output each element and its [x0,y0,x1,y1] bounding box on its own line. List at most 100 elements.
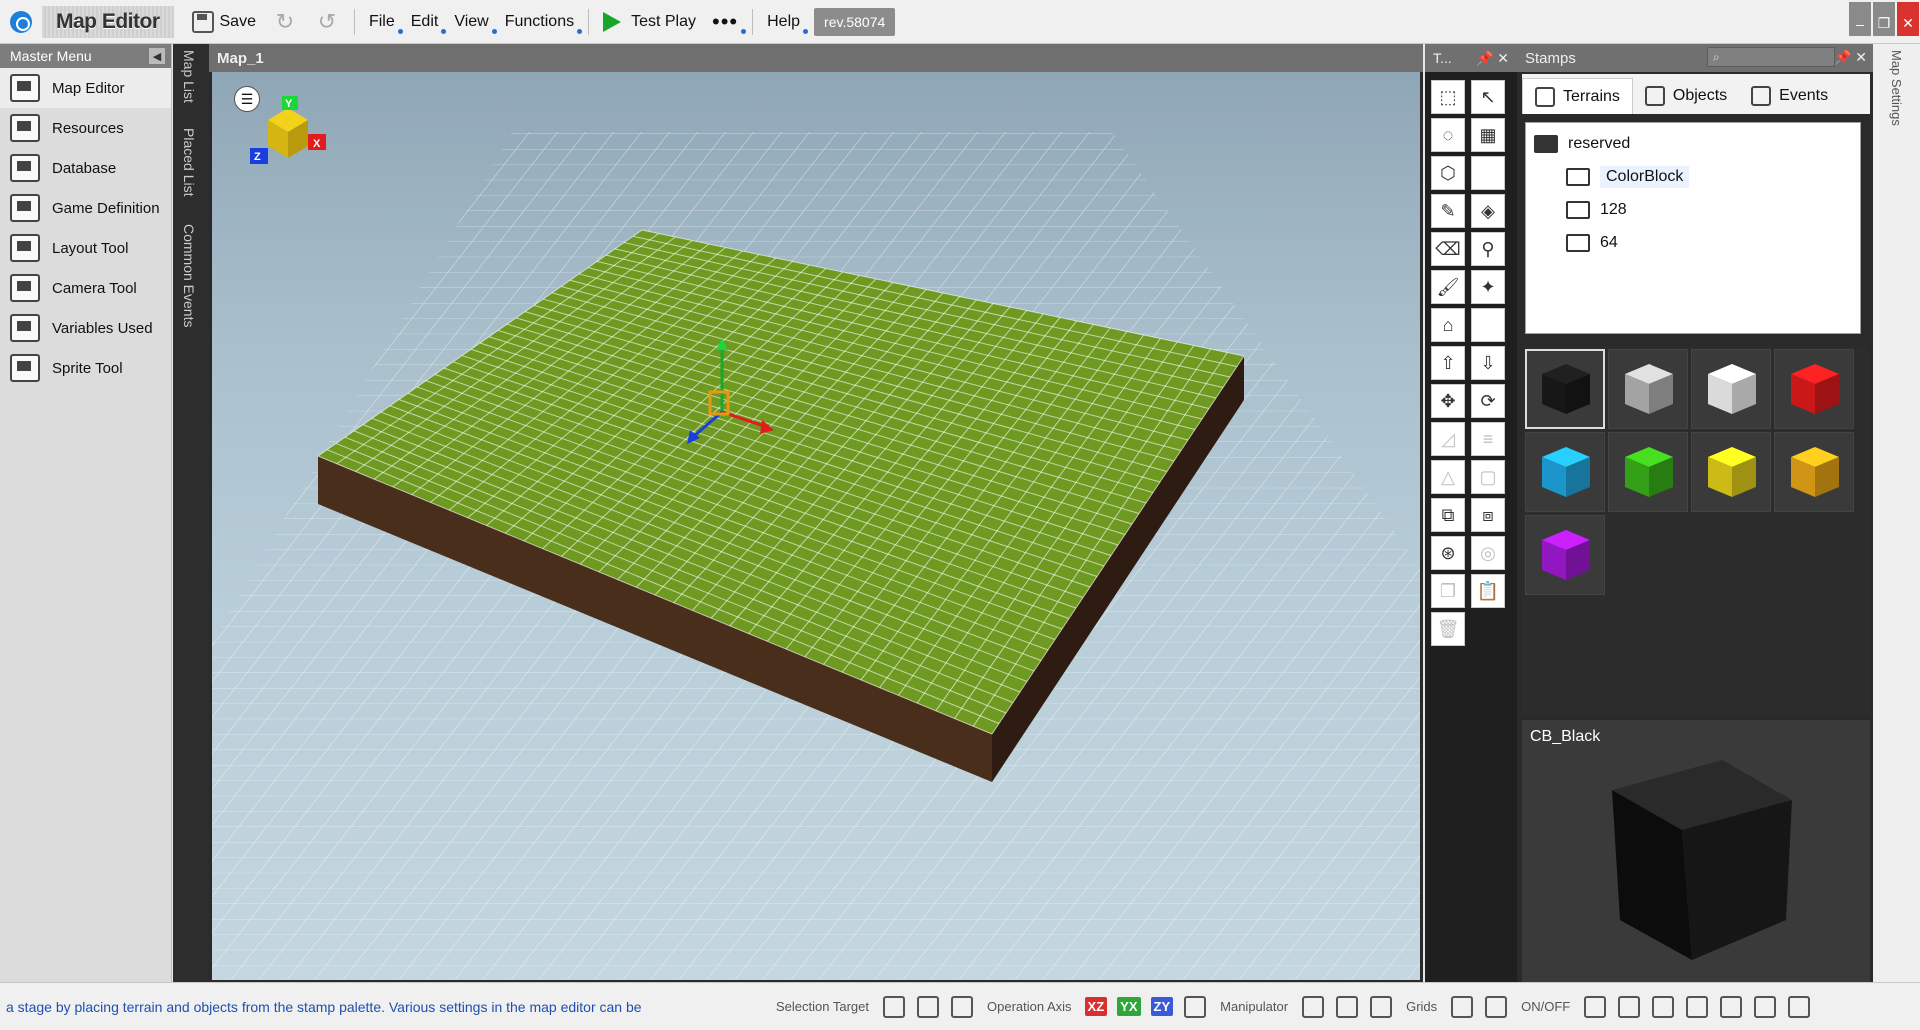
axis-xz-button[interactable]: XZ [1084,997,1108,1016]
tab-map-list[interactable]: Map List [181,50,197,103]
close-button[interactable]: ✕ [1897,2,1919,36]
grid-select-tool-icon[interactable]: ▦ [1471,118,1505,152]
selection-object-icon[interactable] [917,995,939,1018]
cube-tool-icon[interactable]: ⬡ [1431,156,1465,190]
axis-yx-button[interactable]: YX [1117,997,1141,1016]
clipboard-tool-icon[interactable]: 📋 [1471,574,1505,608]
fill-tool-icon[interactable]: ◈ [1471,194,1505,228]
menu-edit[interactable]: Edit [403,6,447,38]
brush-tool-icon[interactable]: 🖌 [1431,270,1465,304]
menu-file[interactable]: File [361,6,403,38]
axis-zy-button[interactable]: ZY [1150,997,1174,1016]
pencil-tool-icon[interactable]: ✎ [1431,194,1465,228]
master-menu-item-database[interactable]: Database [0,148,171,188]
dropdown-dot-icon [803,28,809,34]
master-menu-item-resources[interactable]: Resources [0,108,171,148]
master-menu-item-variables-used[interactable]: Variables Used [0,308,171,348]
grid-toggle-icon[interactable] [1485,995,1508,1018]
master-menu-item-label: Resources [52,119,124,137]
effects-icon[interactable] [1720,995,1743,1018]
tab-map-settings[interactable]: Map Settings [1889,50,1904,126]
collision-icon[interactable] [1754,995,1777,1018]
color-block-swatch[interactable] [1691,349,1771,429]
delete-tool-icon[interactable]: 🗑 [1431,612,1465,646]
color-block-swatch[interactable] [1525,515,1605,595]
tab-common-events[interactable]: Common Events [181,224,197,327]
manipulator-icon[interactable] [1184,995,1207,1018]
3d-scene[interactable]: ☰ Y X Z [212,72,1420,980]
grid-snap-icon[interactable] [1451,995,1474,1018]
save-label: Save [219,12,256,30]
color-block-swatch[interactable] [1525,432,1605,512]
color-block-swatch[interactable] [1608,432,1688,512]
duplicate-tool-icon[interactable]: ❐ [1431,574,1465,608]
lighting-icon[interactable] [1652,995,1675,1018]
tab-terrains[interactable]: Terrains [1522,78,1633,114]
eyedropper-tool-icon[interactable]: ⚲ [1471,232,1505,266]
eraser-tool-icon[interactable]: ⌫ [1431,232,1465,266]
color-block-swatch[interactable] [1691,432,1771,512]
orientation-cube[interactable]: Y X Z [242,94,332,176]
tree-item-64[interactable]: 64 [1526,226,1860,259]
menu-functions[interactable]: Functions [497,6,583,38]
color-block-swatch[interactable] [1525,349,1605,429]
tab-placed-list[interactable]: Placed List [181,128,197,196]
collapse-panel-icon[interactable]: ◀ [149,48,165,64]
panel-pin-close-icons[interactable]: 📌 ✕ [1834,49,1867,66]
triangle-tool-icon[interactable]: △ [1431,460,1465,494]
panel-pin-close-icons[interactable]: 📌 ✕ [1476,50,1509,67]
redo-button[interactable]: ↻ [264,6,306,38]
more-options-button[interactable]: ••• [704,6,747,38]
view-option-icon[interactable] [1584,995,1607,1018]
color-block-swatch[interactable] [1774,349,1854,429]
move-tool-icon[interactable]: ✥ [1431,384,1465,418]
paste-tool-icon[interactable]: ⧈ [1471,498,1505,532]
stamps-search-input[interactable] [1707,47,1835,67]
stamp-tool-icon[interactable]: ⊛ [1431,536,1465,570]
raise-tool-icon[interactable]: ⇧ [1431,346,1465,380]
selection-grid-icon[interactable] [883,995,905,1018]
tree-item-reserved[interactable]: reserved [1526,127,1860,160]
select-rect-tool-icon[interactable]: ⬚ [1431,80,1465,114]
save-button[interactable]: Save [184,6,264,38]
tab-events[interactable]: Events [1739,78,1840,114]
slope-tool-icon[interactable]: ◿ [1431,422,1465,456]
master-menu-item-map-editor[interactable]: Map Editor [0,68,171,108]
house-tool-icon[interactable]: ⌂ [1431,308,1465,342]
selection-event-icon[interactable] [951,995,973,1018]
tree-item-colorblock[interactable]: ColorBlock [1526,160,1860,193]
move-gizmo-icon[interactable] [1302,995,1325,1018]
operation-axis-label: Operation Axis [987,999,1072,1014]
menu-help[interactable]: Help [759,6,809,38]
events-icon [1751,86,1772,106]
master-menu-item-camera-tool[interactable]: Camera Tool [0,268,171,308]
tree-item-128[interactable]: 128 [1526,193,1860,226]
test-play-button[interactable]: Test Play [595,6,704,38]
menu-view[interactable]: View [446,6,497,38]
tree-item-label: ColorBlock [1600,165,1690,188]
shading-icon[interactable] [1618,995,1641,1018]
tab-objects[interactable]: Objects [1633,78,1739,114]
pointer-tool-icon[interactable]: ↖ [1471,80,1505,114]
sky-icon[interactable] [1686,995,1709,1018]
master-menu-item-layout-tool[interactable]: Layout Tool [0,228,171,268]
minimize-button[interactable]: – [1849,2,1871,36]
maximize-button[interactable]: ❐ [1873,2,1895,36]
stack-tool-icon[interactable]: ≡ [1471,422,1505,456]
master-menu-item-sprite-tool[interactable]: Sprite Tool [0,348,171,388]
rotate-tool-icon[interactable]: ⟳ [1471,384,1505,418]
box-tool-icon[interactable]: ▢ [1471,460,1505,494]
color-block-swatch[interactable] [1608,349,1688,429]
scale-gizmo-icon[interactable] [1370,995,1393,1018]
lower-tool-icon[interactable]: ⇩ [1471,346,1505,380]
target-tool-icon[interactable]: ◎ [1471,536,1505,570]
stamp-folder-tree: reserved ColorBlock 128 64 [1525,122,1861,334]
undo-button[interactable]: ↺ [306,6,348,38]
master-menu-item-game-definition[interactable]: Game Definition [0,188,171,228]
wand-tool-icon[interactable]: ✦ [1471,270,1505,304]
copy-tool-icon[interactable]: ⧉ [1431,498,1465,532]
lasso-tool-icon[interactable]: ◌ [1431,118,1465,152]
color-block-swatch[interactable] [1774,432,1854,512]
rotate-gizmo-icon[interactable] [1336,995,1359,1018]
settings-gear-icon[interactable] [1788,995,1811,1018]
